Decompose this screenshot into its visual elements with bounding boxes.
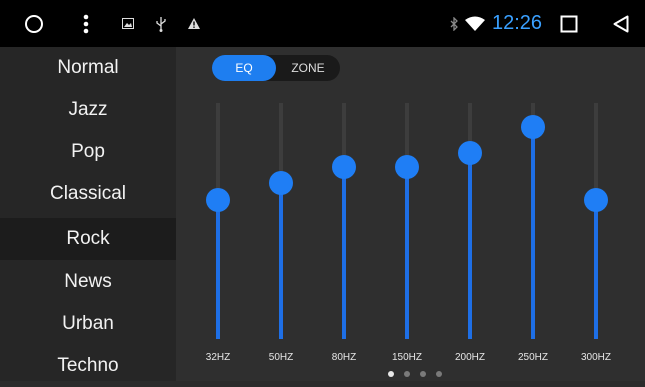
slider-fill: [405, 166, 409, 339]
preset-urban[interactable]: Urban: [0, 303, 176, 345]
eq-slider-50hz[interactable]: 50HZ: [261, 47, 301, 381]
preset-news[interactable]: News: [0, 261, 176, 303]
slider-handle[interactable]: [521, 114, 545, 139]
band-label: 50HZ: [268, 352, 294, 363]
eq-slider-250hz[interactable]: 250HZ: [513, 47, 553, 381]
band-label: 250HZ: [517, 352, 548, 363]
band-label: 150HZ: [391, 352, 422, 363]
preset-normal[interactable]: Normal: [0, 47, 176, 89]
preset-classical[interactable]: Classical: [0, 173, 176, 215]
page-dot[interactable]: [404, 371, 410, 377]
band-label: 300HZ: [580, 352, 611, 363]
clock: 12:26: [492, 12, 543, 34]
page-dot[interactable]: [388, 371, 394, 377]
eq-slider-80hz[interactable]: 80HZ: [324, 47, 364, 381]
slider-handle[interactable]: [584, 187, 608, 212]
preset-pop[interactable]: Pop: [0, 131, 176, 173]
slider-handle[interactable]: [269, 171, 293, 196]
slider-fill: [279, 183, 283, 339]
bluetooth-icon: [448, 0, 460, 47]
preset-rock[interactable]: Rock: [0, 218, 176, 260]
back-triangle-icon[interactable]: [610, 0, 632, 47]
slider-fill: [342, 166, 346, 339]
wifi-icon: [464, 0, 486, 47]
slider-fill: [531, 126, 535, 339]
more-vertical-icon[interactable]: [78, 0, 94, 47]
page-dot[interactable]: [436, 371, 442, 377]
usb-icon: [153, 0, 169, 47]
slider-fill: [468, 152, 472, 339]
band-label: 80HZ: [331, 352, 357, 363]
equalizer-panel: EQ ZONE 32HZ 50HZ 80HZ 150HZ 200HZ 250HZ 300HZ: [176, 47, 645, 381]
slider-handle[interactable]: [395, 154, 419, 179]
eq-slider-150hz[interactable]: 150HZ: [387, 47, 427, 381]
eq-slider-32hz[interactable]: 32HZ: [198, 47, 238, 381]
eq-slider-200hz[interactable]: 200HZ: [450, 47, 490, 381]
slider-handle[interactable]: [332, 154, 356, 179]
home-circle-icon[interactable]: [22, 0, 46, 47]
status-bar: 12:26: [0, 0, 645, 47]
band-label: 200HZ: [454, 352, 485, 363]
warning-icon: [186, 0, 202, 47]
eq-preset-list: Normal Jazz Pop Classical Rock News Urba…: [0, 47, 176, 381]
slider-fill: [216, 199, 220, 339]
slider-handle[interactable]: [206, 187, 230, 212]
page-dot[interactable]: [420, 371, 426, 377]
slider-handle[interactable]: [458, 140, 482, 165]
recents-square-icon[interactable]: [558, 0, 580, 47]
image-icon: [120, 0, 136, 47]
slider-fill: [594, 199, 598, 339]
band-label: 32HZ: [205, 352, 231, 363]
preset-jazz[interactable]: Jazz: [0, 89, 176, 131]
eq-slider-300hz[interactable]: 300HZ: [576, 47, 616, 381]
